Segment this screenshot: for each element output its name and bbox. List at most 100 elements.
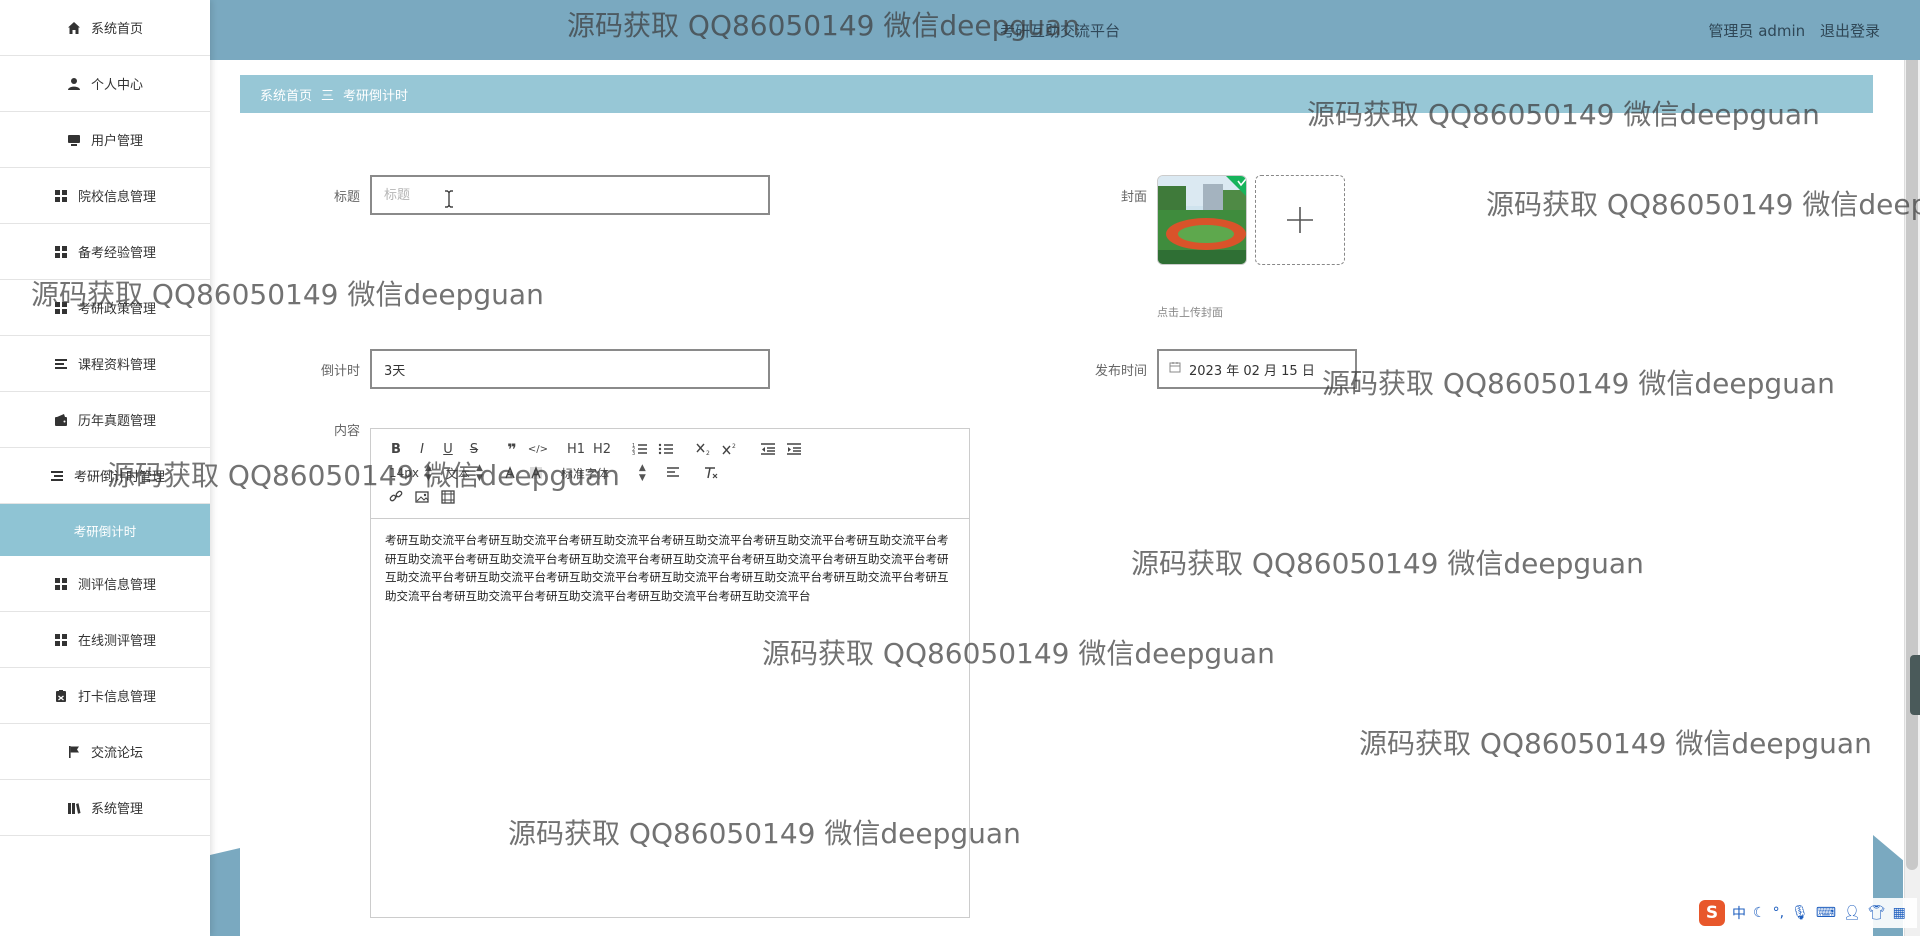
sidebar-item-profile[interactable]: 个人中心 [0,56,210,112]
superscript-icon[interactable]: 2 [717,437,743,461]
sidebar-item-system[interactable]: 系统管理 [0,780,210,836]
shirt-icon[interactable]: 👕︎ [1868,905,1886,921]
cover-image[interactable] [1157,175,1247,265]
sidebar-item-label: 备考经验管理 [77,246,156,261]
plus-icon [1287,207,1313,233]
sidebar-item-label: 用户管理 [90,134,143,149]
sidebar-item-countdown-manage[interactable]: 考研倒计时管理 [0,448,210,504]
outdent-icon[interactable] [755,437,781,461]
breadcrumb-separator: 三 [321,88,335,104]
rich-text-editor: B I U S ❞ </> H1 H2 123 2 2 14px ▲ ▼ 文本 ▲ ▼ [370,428,970,918]
sidebar-item-past-exams[interactable]: 历年真题管理 [0,392,210,448]
font-color-icon[interactable] [497,461,523,485]
book-icon [67,801,81,815]
sidebar-item-label: 课程资料管理 [77,358,156,373]
sidebar-item-online-test[interactable]: 在线测评管理 [0,612,210,668]
sidebar-item-label: 系统管理 [90,802,143,817]
sidebar-item-label: 考研政策管理 [77,302,156,317]
scrollbar-thumb[interactable] [1906,0,1918,870]
admin-username: 管理员 admin [1708,22,1806,40]
user-area: 管理员 admin 退出登录 [1698,20,1880,41]
paragraph-value: 文本 [445,466,470,481]
sidebar-item-label: 交流论坛 [90,746,143,761]
breadcrumb-current: 考研倒计时 [343,88,409,104]
list-icon [50,469,64,483]
blockquote-button[interactable]: ❞ [499,437,525,461]
sidebar-item-label: 测评信息管理 [77,578,156,593]
bold-button[interactable]: B [383,437,409,461]
sidebar-item-assessment[interactable]: 测评信息管理 [0,556,210,612]
breadcrumb-home[interactable]: 系统首页 [260,85,312,104]
sidebar-subitem-countdown[interactable]: 考研倒计时 [0,504,210,556]
user-icon [67,77,81,91]
italic-button[interactable]: I [409,437,435,461]
publish-date-picker[interactable]: 2023 年 02 月 15 日 [1157,349,1357,389]
sidebar-item-policy[interactable]: 考研政策管理 [0,280,210,336]
indent-icon[interactable] [781,437,807,461]
toolbar-row-2: 14px ▲ ▼ 文本 ▲ ▼ 标准字体 ▲ ▼ [383,461,957,485]
wallet-icon [54,413,68,427]
apps-grid-icon[interactable]: ▦ [1893,905,1906,921]
sidebar-item-users[interactable]: 用户管理 [0,112,210,168]
link-icon[interactable] [383,485,409,509]
decorative-shape-left [210,848,240,936]
video-icon[interactable] [435,485,461,509]
countdown-input[interactable]: 3天 [370,349,770,389]
countdown-value: 3天 [384,363,406,379]
bullet-list-icon[interactable] [653,437,679,461]
toolbar-row-3 [383,485,957,509]
code-block-button[interactable]: </> [525,437,551,461]
list-icon [54,357,68,371]
logout-link[interactable]: 退出登录 [1820,22,1880,40]
sidebar-item-label: 在线测评管理 [77,634,156,649]
upload-cover-button[interactable] [1255,175,1345,265]
title-input[interactable] [370,175,770,215]
moon-icon[interactable]: ☾ [1753,905,1766,921]
font-size-value: 14px [389,466,419,480]
sidebar-item-schools[interactable]: 院校信息管理 [0,168,210,224]
sidebar-item-label: 打卡信息管理 [77,690,156,705]
breadcrumb: 系统首页 三 考研倒计时 [240,75,1873,113]
sidebar-item-forum[interactable]: 交流论坛 [0,724,210,780]
keyboard-icon[interactable]: ⌨︎ [1816,905,1836,921]
sidebar-item-label: 考研倒计时管理 [74,470,166,485]
grid-icon [54,245,68,259]
punctuation-icon[interactable]: °, [1773,905,1784,921]
app-title: 考研互助交流平台 [1000,22,1121,40]
editor-content[interactable]: 考研互助交流平台考研互助交流平台考研互助交流平台考研互助交流平台考研互助交流平台… [371,519,969,617]
svg-text:2: 2 [732,443,736,450]
underline-button[interactable]: U [435,437,461,461]
user-icon[interactable]: 👤︎ [1843,905,1861,921]
ordered-list-icon[interactable]: 123 [627,437,653,461]
font-size-select[interactable]: 14px ▲ ▼ [389,463,432,483]
sidebar-item-label: 考研倒计时 [73,523,137,539]
subscript-icon[interactable]: 2 [691,437,717,461]
align-icon[interactable] [660,461,686,485]
sidebar-item-home[interactable]: 系统首页 [0,0,210,56]
cover-upload-hint: 点击上传封面 [1157,306,1223,319]
side-drawer-tab[interactable] [1910,655,1920,715]
sidebar-item-experience[interactable]: 备考经验管理 [0,224,210,280]
sidebar-item-courses[interactable]: 课程资料管理 [0,336,210,392]
editor-toolbar: B I U S ❞ </> H1 H2 123 2 2 14px ▲ ▼ 文本 ▲ ▼ [371,429,969,519]
svg-text:2: 2 [706,450,710,456]
clear-format-icon[interactable] [698,461,724,485]
microphone-icon[interactable]: 🎙︎ [1791,905,1809,921]
select-arrow-icon: ▲ ▼ [475,463,483,483]
calendar-icon [1169,361,1181,377]
font-family-select[interactable]: 标准字体 ▲ ▼ [561,463,646,483]
image-icon[interactable] [409,485,435,509]
clipboard-icon [54,689,68,703]
heading1-button[interactable]: H1 [563,437,589,461]
grid-icon [54,301,68,315]
strikethrough-button[interactable]: S [461,437,487,461]
paragraph-select[interactable]: 文本 ▲ ▼ [446,463,483,483]
sidebar-item-label: 个人中心 [90,78,143,93]
heading2-button[interactable]: H2 [589,437,615,461]
background-color-icon[interactable] [523,461,549,485]
sidebar-item-label: 院校信息管理 [77,190,156,205]
ime-logo-icon[interactable]: S [1699,900,1725,926]
sidebar-item-checkin[interactable]: 打卡信息管理 [0,668,210,724]
toolbar-row-1: B I U S ❞ </> H1 H2 123 2 2 [383,437,957,461]
ime-mode-indicator[interactable]: 中 [1732,903,1746,923]
